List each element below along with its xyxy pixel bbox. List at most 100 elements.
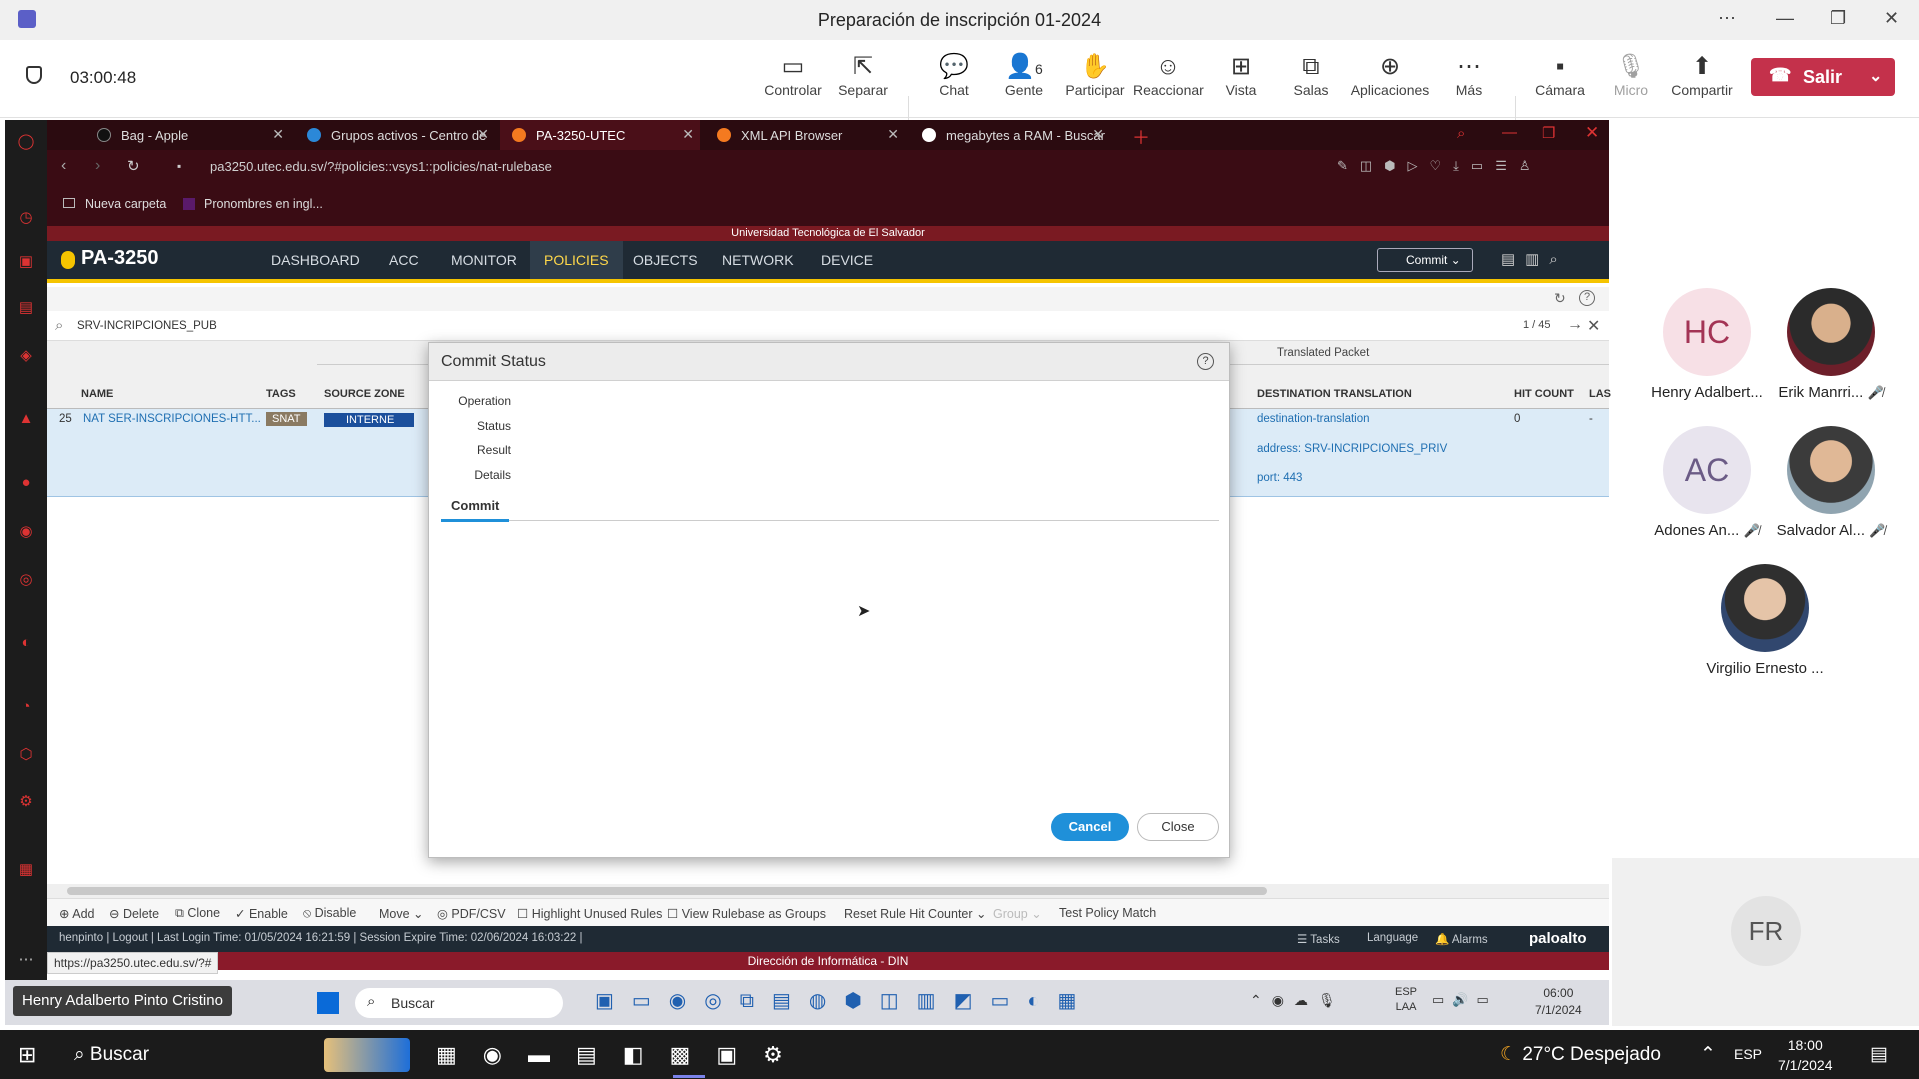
instagram-icon[interactable]: ◎ [5, 570, 47, 588]
group-dropdown[interactable]: Group ⌄ [993, 906, 1042, 921]
rule-name-link[interactable]: NAT SER-INSCRIPCIONES-HTT... [83, 413, 261, 425]
tab-close-icon[interactable]: ✕ [682, 126, 694, 143]
horizontal-scrollbar[interactable] [47, 884, 1609, 898]
delete-button[interactable]: ⊖ Delete [109, 906, 159, 921]
chat-button[interactable]: 💬 Chat [919, 52, 989, 98]
dest-translation-address[interactable]: address: SRV-INCRIPCIONES_PRIV [1257, 443, 1447, 455]
bookmark-item[interactable]: Pronombres en ingl... [204, 197, 323, 211]
control-button[interactable]: ▭ Controlar [758, 52, 828, 98]
col-name[interactable]: NAME [81, 388, 113, 400]
taskbar-app-icons[interactable]: ▦◉▬▤◧▩▣⚙ [436, 1030, 809, 1079]
help-icon[interactable]: ? [1197, 353, 1214, 370]
tab-search-icon[interactable]: ⌕ [1457, 125, 1465, 142]
whatsapp-icon[interactable]: ◉ [5, 522, 47, 540]
alarms-link[interactable]: 🔔 Alarms [1435, 932, 1488, 946]
browser-tab-active[interactable]: PA-3250-UTEC ✕ [500, 120, 700, 150]
clear-filter-icon[interactable]: ✕ [1587, 316, 1600, 336]
taskbar-search[interactable]: ⌕ Buscar [74, 1030, 149, 1079]
participant-tile[interactable]: Erik Manrri... 🎤̸ [1756, 288, 1906, 401]
back-icon[interactable]: ‹ [61, 157, 66, 175]
tab-commit[interactable]: Commit [451, 498, 499, 513]
apply-filter-icon[interactable]: → [1567, 316, 1583, 334]
wallet-icon[interactable]: ◈ [5, 346, 47, 364]
messenger-icon[interactable]: ● [5, 474, 47, 491]
settings-icon[interactable]: ⚙ [5, 792, 47, 810]
sidebar-more-icon[interactable]: ⋯ [5, 950, 47, 968]
camera-button[interactable]: ▪ Cámara [1525, 52, 1595, 98]
commit-button[interactable]: Commit ⌄ [1377, 248, 1473, 272]
browser-tab[interactable]: XML API Browser ✕ [705, 120, 905, 150]
extensions-icon[interactable]: ⬡ [5, 745, 47, 763]
nav-policies[interactable]: POLICIES [530, 241, 623, 279]
refresh-icon[interactable]: ↻ [1554, 290, 1566, 307]
player-icon[interactable]: ◐ [5, 634, 47, 651]
taskbar-app-icons[interactable]: ▣▭◉◎⧉▤◍⬢◫▥◩▭◐▦ [595, 988, 1094, 1013]
shopping-icon[interactable]: ▣ [5, 252, 47, 270]
input-language[interactable]: ESP [1734, 1030, 1762, 1079]
clone-button[interactable]: ⧉ Clone [175, 906, 220, 921]
nav-objects[interactable]: OBJECTS [619, 241, 712, 279]
disable-button[interactable]: ⦸ Disable [303, 906, 356, 921]
people-button[interactable]: 👤6 Gente [989, 52, 1059, 98]
forward-icon[interactable]: › [95, 157, 100, 175]
browser-restore-icon[interactable]: ❐ [1542, 124, 1555, 142]
input-language[interactable]: ESP LAA [1395, 985, 1417, 1015]
tray-status-icons[interactable]: ▭🔊▭ [1432, 992, 1497, 1008]
opera-logo-icon[interactable]: ◯ [5, 132, 47, 150]
cancel-button[interactable]: Cancel [1051, 813, 1129, 841]
participant-tile[interactable]: Salvador Al... 🎤̸ [1756, 426, 1906, 539]
leave-button[interactable]: ☎ Salir ⌄ [1751, 58, 1895, 96]
remote-clock[interactable]: 06:00 7/1/2024 [1535, 985, 1582, 1019]
tray-overflow-icon[interactable]: ⌃ [1700, 1030, 1716, 1079]
nav-monitor[interactable]: MONITOR [437, 241, 531, 279]
col-last[interactable]: LAS [1589, 388, 1611, 400]
help-icon[interactable]: ? [1579, 290, 1595, 306]
browser-close-icon[interactable]: ✕ [1585, 123, 1599, 143]
mic-button[interactable]: 🎙 Micro [1596, 52, 1666, 98]
apps-button[interactable]: ⊕ Aplicaciones [1350, 52, 1430, 98]
close-button[interactable]: Close [1137, 813, 1219, 841]
twitch-icon[interactable]: ▤ [5, 298, 47, 316]
col-tags[interactable]: TAGS [266, 388, 296, 400]
tab-close-icon[interactable]: ✕ [1092, 126, 1104, 143]
aria-icon[interactable]: ▲ [5, 410, 47, 427]
history-icon[interactable]: ◔ [5, 698, 47, 715]
add-button[interactable]: ⊕ Add [59, 906, 95, 921]
view-as-groups-checkbox[interactable]: ☐ View Rulebase as Groups [667, 906, 826, 921]
language-link[interactable]: Language [1367, 932, 1418, 944]
pinboard-icon[interactable]: ▦ [5, 860, 47, 878]
tab-close-icon[interactable]: ✕ [477, 126, 489, 143]
participant-tile[interactable]: Virgilio Ernesto ... [1690, 564, 1840, 677]
pdf-csv-button[interactable]: ◎ PDF/CSV [437, 906, 506, 921]
browser-tab[interactable]: Bag - Apple ✕ [85, 120, 290, 150]
windows-start-icon[interactable] [317, 992, 339, 1014]
notifications-icon[interactable]: ▤ [1870, 1030, 1888, 1079]
browser-tab[interactable]: megabytes a RAM - Buscar ✕ [910, 120, 1110, 150]
browser-minimize-icon[interactable]: — [1502, 124, 1517, 141]
rooms-button[interactable]: ⧉ Salas [1276, 52, 1346, 98]
url-input[interactable]: pa3250.utec.edu.sv/?#policies::vsys1::po… [210, 159, 552, 174]
highlight-unused-checkbox[interactable]: ☐ Highlight Unused Rules [517, 906, 662, 921]
reload-icon[interactable]: ↻ [127, 157, 140, 175]
filter-input[interactable]: SRV-INCRIPCIONES_PUB [77, 320, 217, 332]
nav-acc[interactable]: ACC [375, 241, 433, 279]
tray-icons[interactable]: ⌃◉☁🎙 [1250, 992, 1346, 1009]
bookmark-item[interactable]: Nueva carpeta [85, 197, 166, 211]
share-button[interactable]: ⬆ Compartir [1666, 52, 1738, 98]
col-source-zone[interactable]: SOURCE ZONE [324, 388, 405, 400]
raise-hand-button[interactable]: ✋ Participar [1060, 52, 1130, 98]
nav-network[interactable]: NETWORK [708, 241, 808, 279]
test-policy-match-button[interactable]: Test Policy Match [1059, 906, 1156, 920]
react-button[interactable]: ☺ Reaccionar [1133, 52, 1204, 98]
view-button[interactable]: ⊞ Vista [1206, 52, 1276, 98]
scrollbar-thumb[interactable] [67, 887, 1267, 895]
weather-widget[interactable]: ☾ 27°C Despejado [1500, 1030, 1661, 1079]
nav-device[interactable]: DEVICE [807, 241, 887, 279]
chevron-down-icon[interactable]: ⌄ [1869, 66, 1882, 86]
remote-search-box[interactable]: ⌕ Buscar [355, 988, 563, 1018]
move-dropdown[interactable]: Move ⌄ [379, 906, 424, 921]
close-icon[interactable]: ✕ [1884, 8, 1899, 29]
maximize-icon[interactable]: ❐ [1830, 8, 1846, 29]
tab-close-icon[interactable]: ✕ [887, 126, 899, 143]
self-view-tile[interactable]: FR [1612, 858, 1919, 1026]
